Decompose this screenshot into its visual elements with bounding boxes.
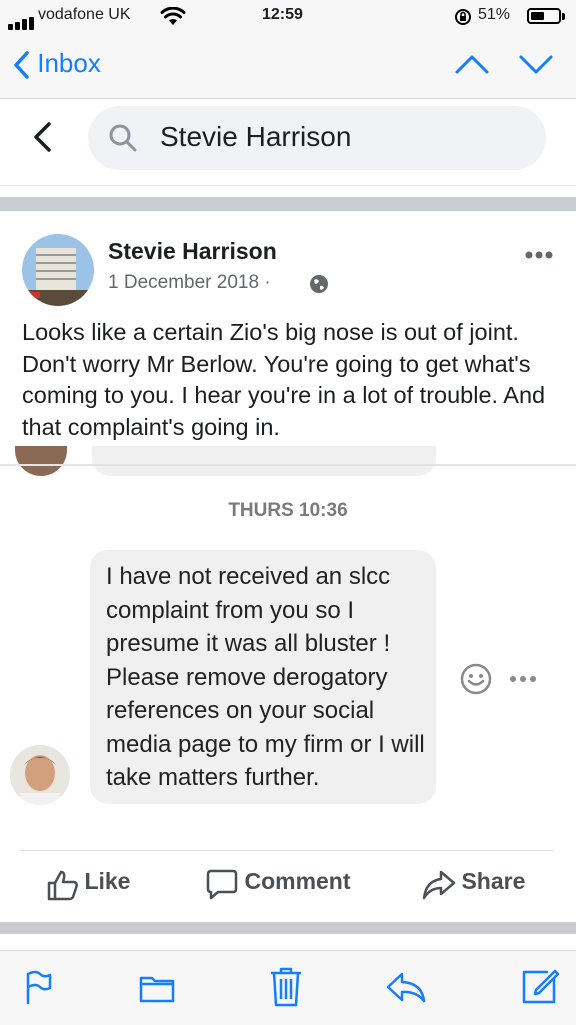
battery-icon bbox=[527, 8, 561, 24]
like-label: Like bbox=[84, 868, 131, 895]
battery-percent: 51% bbox=[478, 6, 511, 23]
back-arrow-icon[interactable] bbox=[30, 120, 54, 154]
inbox-back-button[interactable]: Inbox bbox=[12, 48, 101, 80]
globe-icon bbox=[310, 275, 328, 293]
share-button[interactable]: Share bbox=[421, 868, 525, 902]
trash-icon[interactable] bbox=[268, 966, 304, 1008]
next-message-button[interactable] bbox=[518, 52, 554, 76]
battery-tip bbox=[562, 13, 565, 20]
thumbs-up-icon bbox=[47, 870, 78, 901]
share-icon bbox=[422, 870, 456, 900]
comment-icon bbox=[206, 869, 238, 900]
message-timestamp: THURS 10:36 bbox=[228, 500, 348, 521]
actions-divider bbox=[20, 850, 554, 851]
more-options-icon[interactable] bbox=[524, 250, 554, 260]
share-label: Share bbox=[461, 868, 526, 895]
comment-button[interactable]: Comment bbox=[204, 868, 351, 902]
carrier-label: vodafone UK bbox=[38, 6, 131, 23]
comment-label: Comment bbox=[244, 868, 351, 895]
post-author[interactable]: Stevie Harrison bbox=[108, 238, 277, 265]
inbox-label: Inbox bbox=[37, 48, 101, 78]
folder-icon[interactable] bbox=[139, 972, 175, 1004]
screenshot-seam bbox=[0, 464, 576, 466]
search-query: Stevie Harrison bbox=[160, 121, 352, 152]
search-icon bbox=[109, 124, 137, 152]
message-more-icon[interactable] bbox=[509, 674, 537, 684]
signal-icon bbox=[8, 12, 36, 30]
wifi-icon bbox=[160, 7, 186, 25]
section-divider bbox=[0, 197, 576, 211]
compose-icon[interactable] bbox=[520, 966, 560, 1006]
reply-icon[interactable] bbox=[384, 970, 428, 1004]
sender-avatar[interactable] bbox=[10, 745, 70, 805]
previous-avatar-fragment bbox=[15, 446, 67, 476]
profile-avatar[interactable] bbox=[22, 234, 94, 306]
flag-icon[interactable] bbox=[24, 970, 52, 1006]
rotation-lock-icon bbox=[455, 9, 471, 25]
clock: 12:59 bbox=[262, 6, 303, 23]
previous-message-button[interactable] bbox=[454, 52, 490, 76]
like-button[interactable]: Like bbox=[46, 868, 130, 902]
emoji-reaction-icon[interactable] bbox=[459, 662, 493, 696]
post-date[interactable]: 1 December 2018 · bbox=[108, 272, 271, 294]
message-text: I have not received an slcc complaint fr… bbox=[106, 563, 425, 791]
previous-bubble-fragment bbox=[92, 446, 436, 476]
chevron-left-icon bbox=[14, 51, 29, 79]
section-divider-bottom bbox=[0, 922, 576, 934]
post-text: Looks like a certain Zio's big nose is o… bbox=[22, 319, 546, 440]
